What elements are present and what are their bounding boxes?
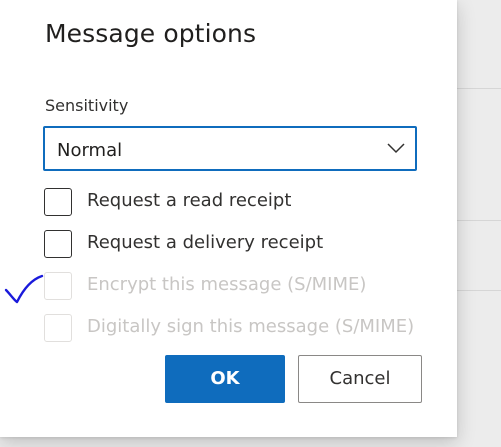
read-receipt-label: Request a read receipt (87, 190, 292, 211)
background-divider (457, 88, 501, 89)
digitally-sign-label: Digitally sign this message (S/MIME) (87, 316, 415, 337)
digitally-sign-checkbox (44, 314, 72, 342)
dialog-title: Message options (45, 19, 257, 48)
checkmark-annotation-icon (4, 274, 44, 304)
background-divider (457, 290, 501, 291)
sensitivity-selected-value: Normal (57, 140, 123, 161)
chevron-down-icon (387, 143, 405, 154)
message-options-dialog: Message options Sensitivity Normal Reque… (0, 0, 457, 437)
digitally-sign-option: Digitally sign this message (S/MIME) (44, 314, 434, 342)
background-divider (457, 220, 501, 221)
encrypt-label: Encrypt this message (S/MIME) (87, 274, 367, 295)
delivery-receipt-checkbox[interactable] (44, 230, 72, 258)
read-receipt-checkbox[interactable] (44, 188, 72, 216)
delivery-receipt-option[interactable]: Request a delivery receipt (44, 230, 434, 258)
sensitivity-dropdown[interactable]: Normal (43, 126, 417, 171)
encrypt-option: Encrypt this message (S/MIME) (44, 272, 434, 300)
cancel-button[interactable]: Cancel (298, 355, 422, 403)
delivery-receipt-label: Request a delivery receipt (87, 232, 324, 253)
sensitivity-label: Sensitivity (45, 96, 129, 115)
ok-button[interactable]: OK (165, 355, 285, 403)
read-receipt-option[interactable]: Request a read receipt (44, 188, 434, 216)
